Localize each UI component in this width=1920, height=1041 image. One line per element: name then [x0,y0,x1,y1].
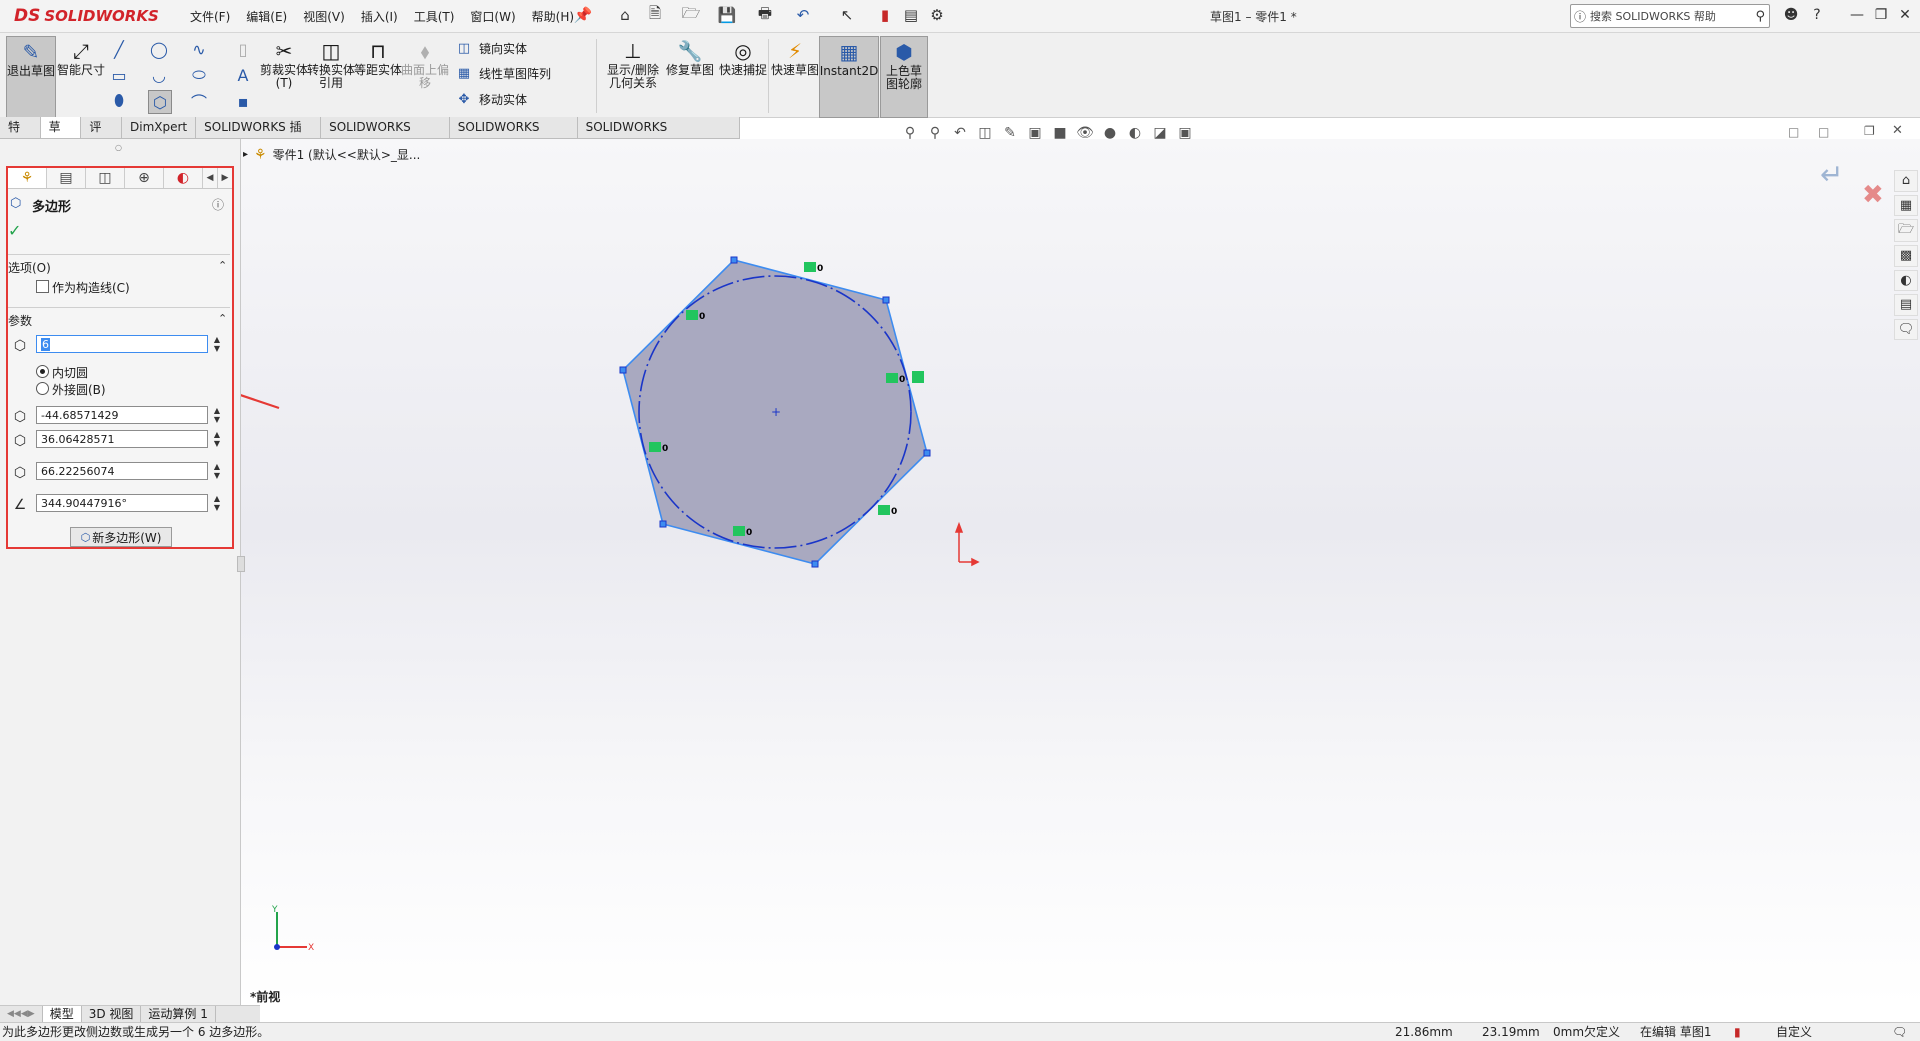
center-x-spinner[interactable]: ▲ ▼ [212,406,222,424]
svg-text:0: 0 [699,312,705,322]
svg-text:0: 0 [817,264,823,274]
pm-title: 多边形 [32,200,72,215]
sides-count-field[interactable]: 6 [36,335,208,353]
new-polygon-label: 新多边形(W) [92,530,162,545]
status-units[interactable]: 自定义 [1776,1023,1812,1041]
dimxpert-manager-tab-icon[interactable]: ⊕ [125,168,164,188]
panel-splitter-handle[interactable] [237,556,245,572]
svg-text:0: 0 [662,444,668,454]
center-y-spinner[interactable]: ▲ ▼ [212,430,222,448]
tab-model[interactable]: 模型 [42,1006,82,1023]
center-x-field[interactable]: -44.68571429 [36,406,208,424]
tab-scroll-right-icon[interactable]: ▶ [218,168,232,188]
new-polygon-button[interactable]: ⬡ 新多边形(W) [70,527,172,547]
property-manager-highlight-frame [6,166,234,549]
status-bar: 为此多边形更改侧边数或生成另一个 6 边多边形。 21.86mm 23.19mm… [0,1022,1920,1041]
manager-tabs: ⚘ ▤ ◫ ⊕ ◐ ◀ ▶ [8,168,232,189]
diameter-field[interactable]: 66.22256074 [36,462,208,480]
angle-spinner[interactable]: ▲ ▼ [212,494,222,512]
divider [8,307,230,308]
center-y-icon: ⬡ [13,433,27,449]
svg-text:0: 0 [746,528,752,538]
status-y-coord: 23.19mm [1482,1025,1540,1039]
options-collapse-icon[interactable]: ⌃ [218,259,227,272]
feature-manager-tab-icon[interactable]: ⚘ [8,168,47,188]
center-point[interactable]: + [771,405,781,419]
svg-text:0: 0 [899,375,905,385]
parameters-collapse-icon[interactable]: ⌃ [218,312,227,325]
svg-text:0: 0 [891,507,897,517]
angle-icon: ∠ [13,497,27,513]
status-defined: 欠定义 [1584,1025,1621,1039]
configuration-manager-tab-icon[interactable]: ◫ [86,168,125,188]
tab-3d-view[interactable]: 3D 视图 [82,1006,142,1023]
parameters-section-header[interactable]: 参数 [8,312,32,329]
svg-text:X: X [308,943,314,953]
svg-text:Y: Y [271,905,278,915]
status-x-coord: 21.86mm [1395,1025,1453,1039]
property-manager-tab-icon[interactable]: ▤ [47,168,86,188]
tab-motion-study[interactable]: 运动算例 1 [141,1006,216,1023]
sides-count-spinner[interactable]: ▲ ▼ [212,335,222,353]
inscribed-label: 内切圆 [52,366,89,380]
construction-checkbox[interactable] [36,280,49,293]
tab-nav-arrows-icon[interactable]: ◀◀◀▶ [0,1006,43,1023]
triad-icon: Y X [271,905,314,953]
bottom-tabs: ◀◀◀▶ 模型 3D 视图 运动算例 1 [0,1005,260,1023]
status-z-coord: 0mm [1553,1025,1585,1039]
display-manager-tab-icon[interactable]: ◐ [164,168,203,188]
circumscribed-label: 外接圆(B) [52,383,106,397]
diameter-icon: ⬡ [13,465,27,481]
status-help-icon[interactable]: 🗨 [1892,1023,1907,1041]
construction-label: 作为构造线(C) [52,281,130,295]
angle-field[interactable]: 344.90447916° [36,494,208,512]
options-section-header[interactable]: 选项(O) [8,259,51,276]
sketch-origin[interactable] [954,521,980,567]
sides-count-icon: ⬡ [13,338,27,354]
inscribed-radio[interactable] [36,365,49,378]
sketch-svg: + 0 0 0 0 0 0 Y X [103,256,980,953]
pm-help-icon[interactable]: ⓘ [212,196,224,213]
ok-checkmark-icon[interactable]: ✓ [8,221,21,240]
sides-count-value: 6 [41,338,50,351]
polygon-pm-icon: ⬡ [10,196,22,211]
divider [8,254,230,255]
view-name-label: *前视 [250,990,281,1004]
circumscribed-radio[interactable] [36,382,49,395]
new-polygon-icon: ⬡ [80,530,91,544]
center-y-field[interactable]: 36.06428571 [36,430,208,448]
diameter-spinner[interactable]: ▲ ▼ [212,462,222,480]
status-editing: 在编辑 草图1 [1640,1025,1712,1039]
tab-scroll-left-icon[interactable]: ◀ [203,168,218,188]
panel-grip-icon[interactable]: ○ [115,143,122,152]
center-x-icon: ⬡ [13,409,27,425]
status-message: 为此多边形更改侧边数或生成另一个 6 边多边形。 [2,1025,270,1039]
rebuild-status-icon[interactable]: ▮ [1734,1023,1741,1041]
